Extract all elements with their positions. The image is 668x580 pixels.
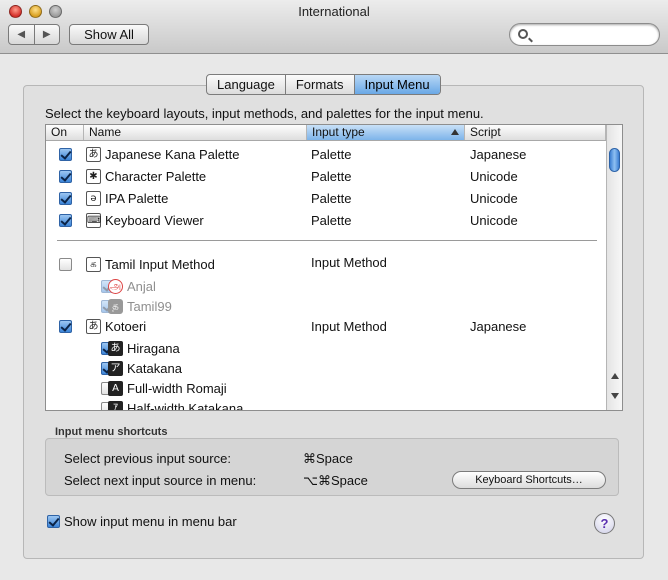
column-on[interactable]: On <box>46 125 84 140</box>
shortcuts-section-label: Input menu shortcuts <box>55 426 168 438</box>
row-input-type: Palette <box>311 213 352 228</box>
row-input-type: Palette <box>311 191 352 206</box>
window-toolbar: International ◀ ▶ Show All <box>0 0 668 54</box>
show-all-button[interactable]: Show All <box>69 24 149 45</box>
search-icon <box>518 29 528 39</box>
row-name: Kotoeri <box>105 319 147 334</box>
row-name: Character Palette <box>105 169 207 184</box>
instructions-text: Select the keyboard layouts, input metho… <box>45 106 484 121</box>
column-input-type[interactable]: Input type <box>307 125 465 140</box>
sort-ascending-icon <box>451 129 459 135</box>
row-name: IPA Palette <box>105 191 169 206</box>
row-script: Japanese <box>470 147 527 162</box>
next-source-label: Select next input source in menu: <box>64 473 257 488</box>
row-checkbox[interactable] <box>59 148 72 161</box>
input-source-icon: A <box>108 381 123 396</box>
input-source-icon: ⌨ <box>86 213 102 228</box>
input-source-icon: அ <box>108 279 123 294</box>
column-script[interactable]: Script <box>465 125 606 140</box>
row-checkbox[interactable] <box>59 258 72 271</box>
help-button[interactable]: ? <box>594 513 615 534</box>
row-name: Anjal <box>127 279 156 294</box>
show-input-menu-label[interactable]: Show input menu in menu bar <box>64 514 237 529</box>
row-input-type: Palette <box>311 147 352 162</box>
row-name: Tamil Input Method <box>105 257 215 272</box>
input-source-icon: ə <box>86 191 101 206</box>
row-name: Katakana <box>127 361 182 376</box>
table-row[interactable]: あ Japanese Kana Palette Palette Japanese <box>46 145 606 165</box>
row-name: Hiragana <box>127 341 180 356</box>
row-input-type: Input Method <box>311 319 387 334</box>
row-input-type: Input Method <box>311 255 387 270</box>
input-source-icon: ア <box>108 361 123 376</box>
table-row[interactable]: あ Hiragana <box>46 339 606 359</box>
table-row[interactable]: ｱ Half-width Katakana <box>46 399 606 411</box>
forward-button[interactable]: ▶ <box>33 25 60 44</box>
table-row[interactable]: அ Anjal <box>46 277 606 297</box>
table-row[interactable]: ⌨ Keyboard Viewer Palette Unicode <box>46 211 606 231</box>
next-source-shortcut: ⌥⌘Space <box>303 473 368 488</box>
scroll-up-arrow-icon[interactable] <box>611 373 619 379</box>
prev-source-label: Select previous input source: <box>64 451 231 466</box>
row-script: Unicode <box>470 169 518 184</box>
row-name: Keyboard Viewer <box>105 213 204 228</box>
input-source-icon: ｱ <box>108 401 123 410</box>
table-header: On Name Input type Script <box>46 125 606 141</box>
input-source-icon: あ <box>86 319 101 334</box>
scroll-down-arrow-icon[interactable] <box>611 393 619 399</box>
tab-bar: Language Formats Input Menu <box>206 74 441 95</box>
row-name: Full-width Romaji <box>127 381 227 396</box>
table-row[interactable]: あ Kotoeri Input Method Japanese <box>46 317 606 337</box>
window-title: International <box>298 4 370 19</box>
row-checkbox[interactable] <box>59 170 72 183</box>
tab-input-menu[interactable]: Input Menu <box>353 75 440 94</box>
input-source-icon: あ <box>86 147 101 162</box>
vertical-scrollbar[interactable] <box>606 125 622 410</box>
column-input-type-label: Input type <box>312 125 365 139</box>
table-row[interactable]: ア Katakana <box>46 359 606 379</box>
table-row[interactable]: ✱ Character Palette Palette Unicode <box>46 167 606 187</box>
column-name[interactable]: Name <box>84 125 307 140</box>
keyboard-shortcuts-button[interactable]: Keyboard Shortcuts… <box>452 471 606 489</box>
back-button[interactable]: ◀ <box>9 25 34 44</box>
group-separator <box>57 240 597 241</box>
row-checkbox[interactable] <box>59 192 72 205</box>
table-row[interactable]: த Tamil99 <box>46 297 606 317</box>
show-input-menu-checkbox[interactable] <box>47 515 60 528</box>
table-row[interactable]: ə IPA Palette Palette Unicode <box>46 189 606 209</box>
nav-group: ◀ ▶ <box>8 24 60 45</box>
input-source-icon: ✱ <box>86 169 101 184</box>
row-script: Unicode <box>470 213 518 228</box>
row-name: Japanese Kana Palette <box>105 147 240 162</box>
preferences-window: International ◀ ▶ Show All Language Form… <box>0 0 668 580</box>
tab-formats[interactable]: Formats <box>284 75 354 94</box>
row-checkbox[interactable] <box>59 320 72 333</box>
row-input-type: Palette <box>311 169 352 184</box>
row-checkbox[interactable] <box>59 214 72 227</box>
input-source-icon: க <box>86 257 101 272</box>
row-script: Japanese <box>470 319 527 334</box>
input-source-icon: த <box>108 299 123 314</box>
table-row[interactable]: க Tamil Input Method Input Method <box>46 255 606 275</box>
input-source-icon: あ <box>108 341 123 356</box>
row-name: Tamil99 <box>127 299 172 314</box>
tab-language[interactable]: Language <box>207 75 285 94</box>
search-field[interactable] <box>509 23 660 46</box>
table-row[interactable]: A Full-width Romaji <box>46 379 606 399</box>
row-script: Unicode <box>470 191 518 206</box>
row-name: Half-width Katakana <box>127 401 244 411</box>
prev-source-shortcut: ⌘Space <box>303 451 353 466</box>
scrollbar-thumb[interactable] <box>609 148 620 172</box>
input-sources-table: On Name Input type Script あ Japanese Kana… <box>45 124 623 411</box>
